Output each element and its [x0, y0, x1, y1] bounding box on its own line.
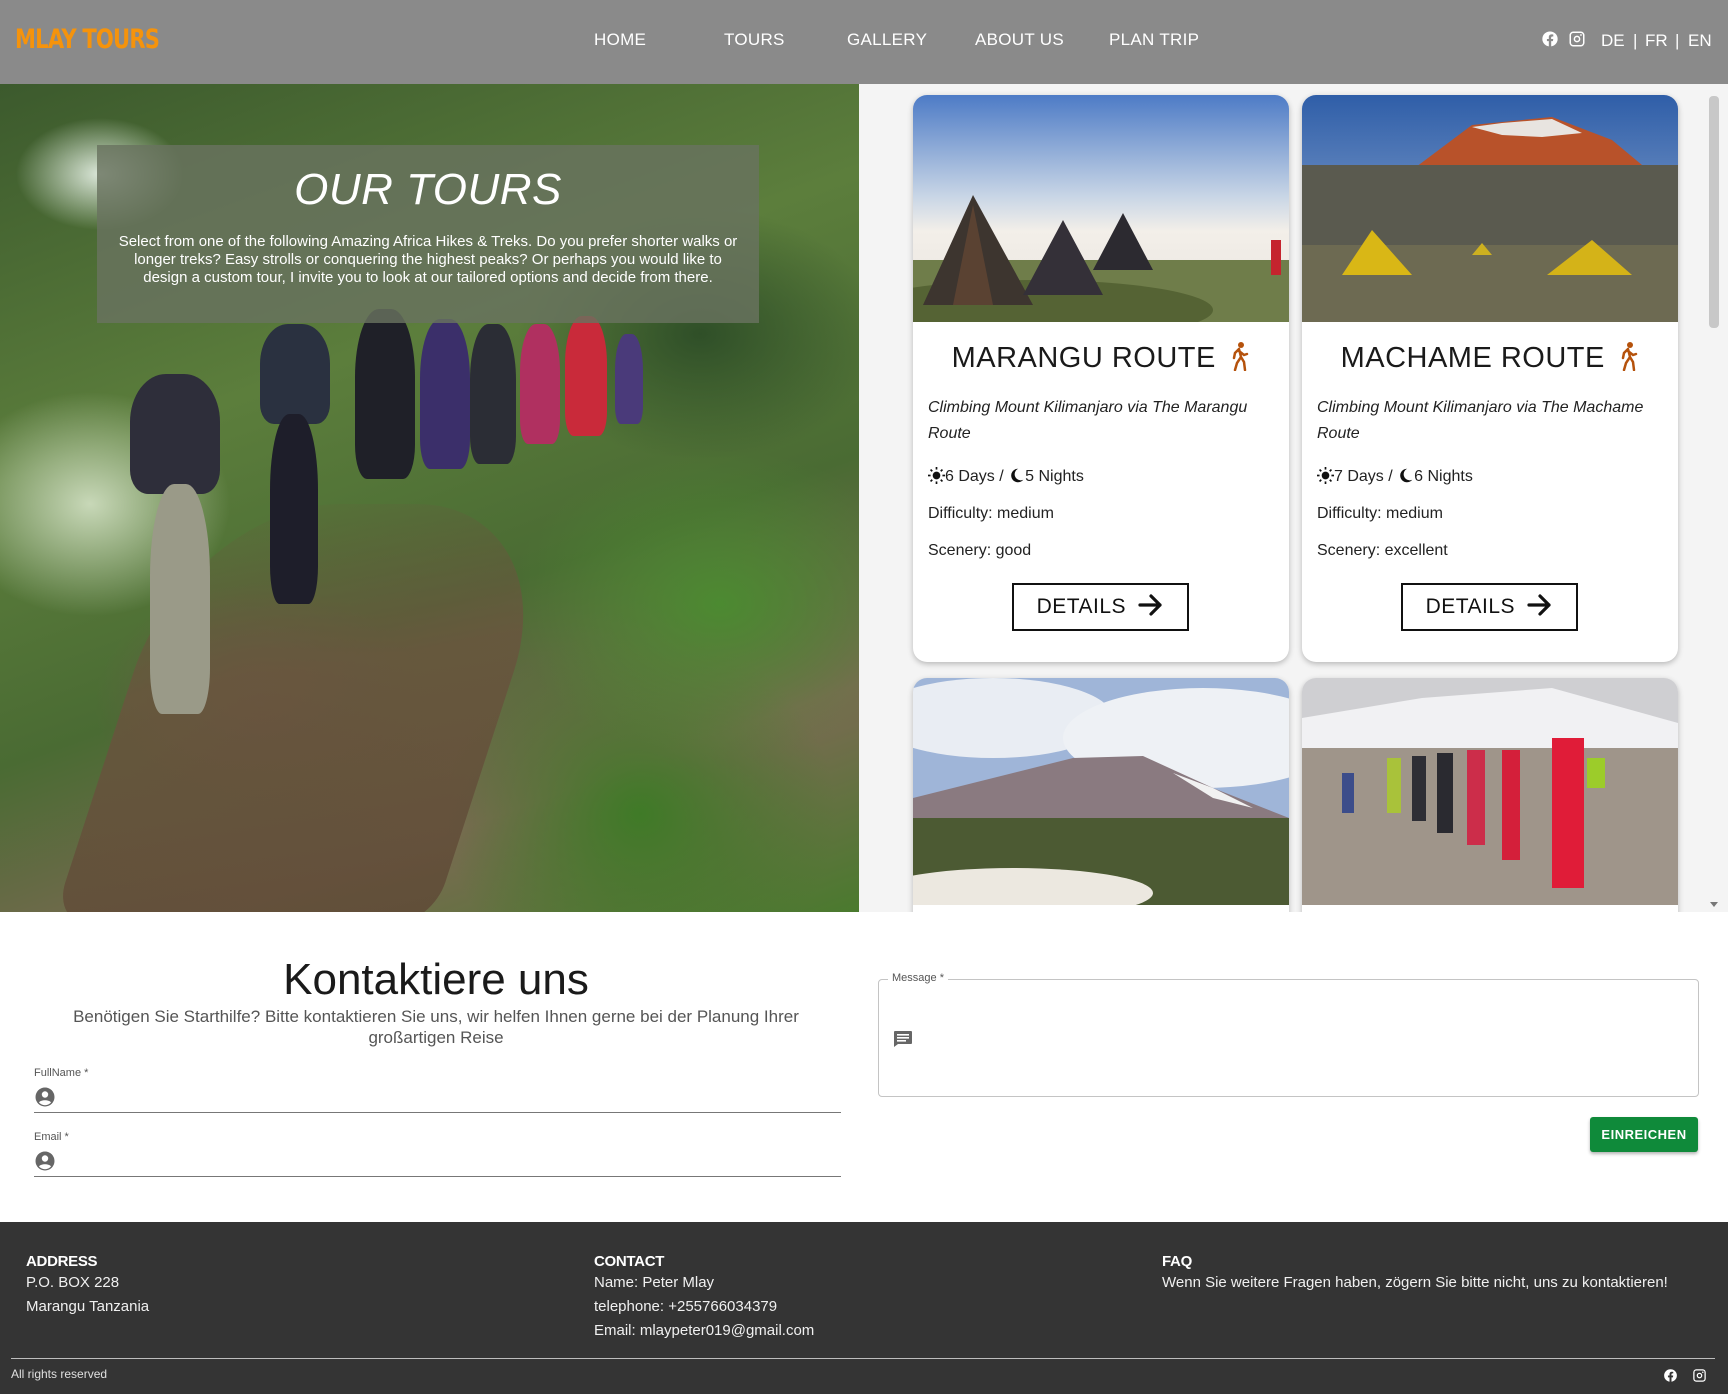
lang-de[interactable]: DE — [1601, 31, 1625, 51]
nav-tours[interactable]: TOURS — [724, 30, 785, 50]
tour-card: MARANGU ROUTE Climbing Mount Kilimanjaro… — [913, 95, 1289, 662]
tour-subtitle: Climbing Mount Kilimanjaro via The Maran… — [928, 399, 1248, 442]
footer-contact-heading: CONTACT — [594, 1253, 665, 1270]
tour-scenery: Scenery: excellent — [1317, 542, 1448, 559]
hero-overlay-box: OUR TOURS Select from one of the followi… — [97, 145, 759, 323]
footer-contact-phone[interactable]: telephone: +255766034379 — [594, 1298, 777, 1315]
footer-divider — [11, 1358, 1715, 1359]
message-icon — [894, 1031, 912, 1047]
hiker-figure — [130, 374, 220, 494]
tour-title-text: MARANGU ROUTE — [951, 342, 1216, 374]
hiker-figure — [270, 414, 318, 604]
brand-logo[interactable]: MLAY TOURS — [15, 24, 160, 55]
footer: ADDRESS P.O. BOX 228 Marangu Tanzania CO… — [0, 1222, 1728, 1394]
hiking-icon — [1622, 342, 1638, 371]
hero-description: Select from one of the following Amazing… — [118, 233, 738, 286]
nav-about-us[interactable]: ABOUT US — [975, 30, 1064, 50]
tour-image-mountain — [913, 678, 1289, 905]
footer-address-line: P.O. BOX 228 — [26, 1274, 120, 1291]
nav-plan-trip[interactable]: PLAN TRIP — [1109, 30, 1199, 50]
hiker-figure — [520, 324, 560, 444]
email-input[interactable] — [62, 1148, 837, 1174]
message-field[interactable] — [878, 979, 1699, 1097]
hero-title: OUR TOURS — [294, 165, 562, 214]
tour-image-machame — [1302, 95, 1678, 322]
tour-duration: 6 Days / 5 Nights — [928, 467, 1084, 486]
moon-icon — [1011, 468, 1024, 483]
footer-address-heading: ADDRESS — [26, 1253, 98, 1270]
message-label: Message * — [888, 972, 948, 984]
tour-card — [1302, 678, 1678, 912]
account-circle-icon — [35, 1151, 55, 1171]
hiking-icon — [1233, 342, 1249, 371]
arrow-right-icon — [1527, 594, 1552, 616]
tour-subtitle: Climbing Mount Kilimanjaro via The Macha… — [1317, 399, 1644, 442]
tour-days: 6 Days / — [945, 468, 1004, 485]
hiker-figure — [470, 324, 516, 464]
details-label: DETAILS — [1425, 595, 1516, 618]
moon-icon — [1400, 468, 1413, 483]
contact-title: Kontaktiere uns — [283, 955, 589, 1004]
scroll-down-arrow[interactable] — [1710, 902, 1718, 907]
details-button[interactable]: DETAILS — [1012, 583, 1189, 631]
hiker-figure — [565, 316, 607, 436]
tour-difficulty: Difficulty: medium — [1317, 505, 1443, 522]
tour-image-marangu — [913, 95, 1289, 322]
sun-icon — [928, 467, 945, 484]
account-circle-icon — [35, 1087, 55, 1107]
tour-days: 7 Days / — [1334, 468, 1393, 485]
footer-faq-heading: FAQ — [1162, 1253, 1192, 1270]
email-label: Email * — [34, 1131, 69, 1143]
contact-subtitle: Benötigen Sie Starthilfe? Bitte kontakti… — [73, 1007, 799, 1047]
fullname-underline — [34, 1112, 841, 1113]
tour-duration: 7 Days / 6 Nights — [1317, 467, 1473, 486]
hiker-figure — [260, 324, 330, 424]
email-underline — [34, 1176, 841, 1177]
lang-separator: | — [1675, 31, 1680, 50]
hiker-figure — [150, 484, 210, 714]
tours-scroll-area[interactable]: MARANGU ROUTE Climbing Mount Kilimanjaro… — [859, 84, 1728, 912]
footer-contact-name: Name: Peter Mlay — [594, 1274, 715, 1291]
hiker-figure — [355, 309, 415, 479]
facebook-icon[interactable] — [1541, 30, 1559, 53]
lang-en[interactable]: EN — [1688, 31, 1712, 51]
lang-fr[interactable]: FR — [1645, 31, 1668, 51]
lang-separator: | — [1633, 31, 1638, 50]
fullname-input[interactable] — [62, 1084, 837, 1110]
footer-rights: All rights reserved — [11, 1367, 108, 1381]
footer-address-line: Marangu Tanzania — [26, 1298, 150, 1315]
tour-scenery: Scenery: good — [928, 542, 1032, 559]
hiker-figure — [420, 319, 470, 469]
submit-button[interactable]: EINREICHEN — [1590, 1117, 1698, 1152]
nav-home[interactable]: HOME — [594, 30, 646, 50]
hero-image: OUR TOURS Select from one of the followi… — [0, 84, 859, 912]
facebook-icon[interactable] — [1663, 1368, 1678, 1383]
footer-contact-email[interactable]: Email: mlaypeter019@gmail.com — [594, 1322, 814, 1339]
footer-faq-text: Wenn Sie weitere Fragen haben, zögern Si… — [1162, 1274, 1668, 1291]
tour-card — [913, 678, 1289, 912]
fullname-label: FullName * — [34, 1067, 89, 1079]
navbar: MLAY TOURS HOME TOURS GALLERY ABOUT US P… — [0, 0, 1728, 84]
hiker-figure — [615, 334, 643, 424]
tour-nights: 6 Nights — [1414, 468, 1473, 485]
tour-title-text: MACHAME ROUTE — [1340, 342, 1605, 374]
tour-nights: 5 Nights — [1025, 468, 1084, 485]
tour-card: MACHAME ROUTE Climbing Mount Kilimanjaro… — [1302, 95, 1678, 662]
tour-image-hikers — [1302, 678, 1678, 905]
details-button[interactable]: DETAILS — [1401, 583, 1578, 631]
details-label: DETAILS — [1036, 595, 1127, 618]
nav-gallery[interactable]: GALLERY — [847, 30, 927, 50]
tour-title: MARANGU ROUTE — [913, 341, 1289, 375]
tour-title: MACHAME ROUTE — [1302, 341, 1678, 375]
instagram-icon[interactable] — [1568, 30, 1586, 53]
arrow-right-icon — [1138, 594, 1163, 616]
scrollbar-thumb[interactable] — [1709, 96, 1719, 328]
sun-icon — [1317, 467, 1334, 484]
instagram-icon[interactable] — [1692, 1368, 1707, 1383]
tour-difficulty: Difficulty: medium — [928, 505, 1054, 522]
